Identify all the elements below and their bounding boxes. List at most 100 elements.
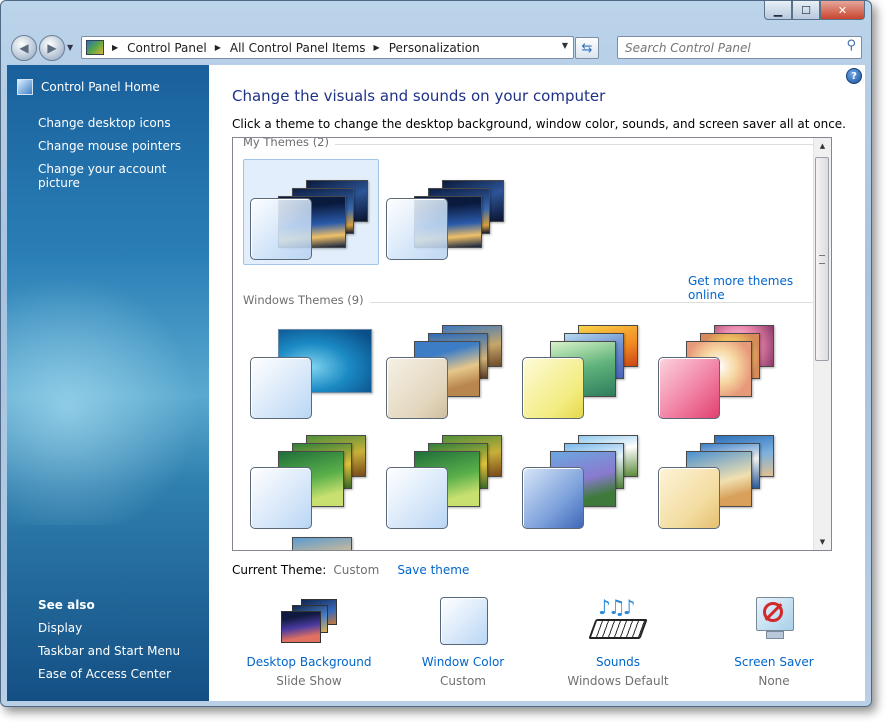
screen-saver-icon [744,595,804,645]
task-pane: Control Panel Home Change desktop icons … [7,65,209,701]
see-also-taskbar-link[interactable]: Taskbar and Start Menu [38,644,180,658]
get-more-themes-link[interactable]: Get more themes online [688,274,831,302]
scroll-up-button[interactable]: ▲ [814,138,831,154]
breadcrumb-personalization[interactable]: Personalization [389,41,480,55]
theme-wallpaper-preview [292,537,352,550]
window-color-value: Custom [440,674,486,688]
minimize-icon: ▁ [773,3,783,17]
breadcrumb-separator-icon[interactable]: ▶ [112,43,118,52]
current-theme-value: Custom [333,563,380,577]
chevron-down-icon: ▼ [67,43,74,52]
help-button[interactable]: ? [846,68,862,84]
arrow-up-icon: ▲ [819,142,826,150]
sounds-value: Windows Default [567,674,669,688]
save-theme-link[interactable]: Save theme [397,563,469,577]
navigation-bar: ◀ ▶ ▼ ▶ Control Panel ▶ All Control Pane… [1,31,871,65]
forward-button[interactable]: ▶ [39,35,65,61]
window-color-swatch [250,467,312,529]
theme-item[interactable] [379,428,515,534]
close-icon: ✕ [837,3,848,17]
theme-item[interactable] [379,318,515,424]
change-desktop-icons-link[interactable]: Change desktop icons [38,116,171,130]
window-color-swatch [658,357,720,419]
scroll-down-button[interactable]: ▼ [814,534,831,550]
sounds-label: Sounds [595,655,641,669]
personalization-window: ▁ ☐ ✕ ◀ ▶ ▼ ▶ Control Panel ▶ All Contro… [0,0,872,707]
window-color-swatch [386,198,448,260]
theme-item[interactable] [243,159,379,265]
window-color-icon [433,595,493,645]
gallery-scrollbar[interactable]: ▲ ▼ [813,138,831,550]
screen-saver-label: Screen Saver [734,655,814,669]
change-mouse-pointers-link[interactable]: Change mouse pointers [38,139,181,153]
close-button[interactable]: ✕ [820,1,865,20]
screen-saver-value: None [758,674,790,688]
see-also-display-link[interactable]: Display [38,621,82,635]
desktop-background-icon [279,595,339,645]
page-subtitle: Click a theme to change the desktop back… [232,117,846,131]
minimize-button[interactable]: ▁ [764,1,792,20]
refresh-button[interactable]: ⇆ [575,37,599,59]
theme-item[interactable] [651,428,787,534]
theme-item[interactable] [243,428,379,534]
breadcrumb-all-items[interactable]: All Control Panel Items [230,41,366,55]
window-color-swatch [386,467,448,529]
address-bar[interactable]: ▶ Control Panel ▶ All Control Panel Item… [81,36,574,59]
maximize-icon: ☐ [801,3,811,17]
windows-themes-header[interactable]: Windows Themes (9) [243,293,370,307]
see-also-heading: See also [38,598,95,612]
theme-item[interactable] [379,159,515,265]
recent-pages-dropdown[interactable]: ▼ [67,43,73,52]
theme-item[interactable] [515,318,651,424]
breadcrumb-separator-icon[interactable]: ▶ [374,43,380,52]
arrow-down-icon: ▼ [819,538,826,546]
desktop-background-value: Slide Show [276,674,342,688]
theme-gallery[interactable]: My Themes (2) Get more themes online Win… [232,137,832,551]
scroll-grip-icon [819,255,825,264]
control-panel-home-link[interactable]: Control Panel Home [17,79,160,95]
desktop-background-tool[interactable]: Desktop Background Slide Show [234,595,384,688]
maximize-button[interactable]: ☐ [792,1,820,20]
help-icon: ? [851,70,857,82]
theme-item[interactable] [243,318,379,424]
forward-arrow-icon: ▶ [47,41,57,55]
control-panel-home-icon [17,79,33,95]
sidebar-glow [7,265,209,525]
back-arrow-icon: ◀ [19,41,29,55]
page-title: Change the visuals and sounds on your co… [232,87,606,105]
window-color-swatch [522,357,584,419]
breadcrumb-separator-icon[interactable]: ▶ [215,43,221,52]
window-controls: ▁ ☐ ✕ [764,1,865,20]
window-color-swatch [658,467,720,529]
window-color-swatch [250,198,312,260]
desktop-background-label: Desktop Background [246,655,372,669]
control-panel-home-label: Control Panel Home [41,80,160,94]
see-also-ease-of-access-link[interactable]: Ease of Access Center [38,667,171,681]
theme-item[interactable] [515,428,651,534]
refresh-icon: ⇆ [581,40,593,56]
theme-item[interactable] [243,530,379,550]
window-color-swatch [386,357,448,419]
sounds-icon: ♪♫♪ [588,595,648,645]
current-theme-row: Current Theme: Custom Save theme [232,563,469,577]
sounds-tool[interactable]: ♪♫♪ Sounds Windows Default [543,595,693,688]
main-content: ? Change the visuals and sounds on your … [209,65,865,701]
window-color-label: Window Color [421,655,505,669]
breadcrumb-control-panel[interactable]: Control Panel [127,41,207,55]
address-dropdown-icon[interactable]: ▼ [562,41,568,50]
window-color-swatch [522,467,584,529]
search-input[interactable] [623,39,837,56]
theme-item[interactable] [651,318,787,424]
title-bar: ▁ ☐ ✕ [1,1,871,31]
change-account-picture-link[interactable]: Change your account picture [38,162,209,190]
window-color-tool[interactable]: Window Color Custom [388,595,538,688]
control-panel-icon [86,40,104,55]
search-box[interactable]: ⚲ [617,36,862,59]
my-themes-header[interactable]: My Themes (2) [243,138,335,149]
screen-saver-tool[interactable]: Screen Saver None [699,595,849,688]
scrollbar-thumb[interactable] [815,157,829,361]
back-button[interactable]: ◀ [11,35,37,61]
search-icon[interactable]: ⚲ [846,38,856,53]
current-theme-label: Current Theme: [232,563,327,577]
window-color-swatch [250,357,312,419]
